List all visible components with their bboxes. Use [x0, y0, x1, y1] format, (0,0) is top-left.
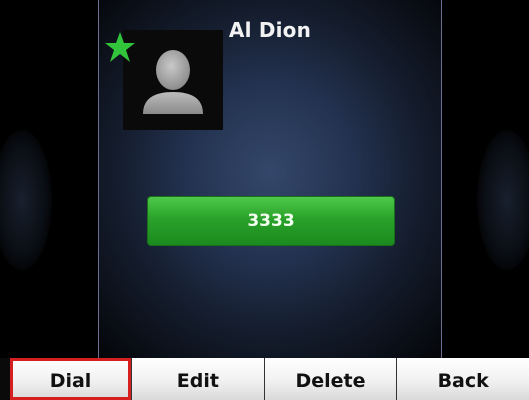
next-contact-panel[interactable]	[442, 0, 529, 358]
phone-screen: Al Dion 3333 Dial Edit Delete Back	[0, 0, 529, 400]
previous-contact-glow	[0, 130, 52, 270]
next-contact-glow	[477, 130, 529, 270]
delete-softkey[interactable]: Delete	[264, 358, 398, 400]
softkey-bar: Dial Edit Delete Back	[0, 358, 529, 400]
person-silhouette-icon	[143, 50, 203, 114]
contact-avatar	[123, 30, 223, 130]
dial-softkey[interactable]: Dial	[10, 358, 132, 400]
previous-contact-panel[interactable]	[0, 0, 98, 358]
contact-name: Al Dion	[228, 18, 312, 42]
contact-card: Al Dion 3333	[98, 0, 442, 358]
back-softkey[interactable]: Back	[397, 358, 529, 400]
edit-softkey[interactable]: Edit	[132, 358, 265, 400]
contact-number-button[interactable]: 3333	[147, 196, 395, 246]
